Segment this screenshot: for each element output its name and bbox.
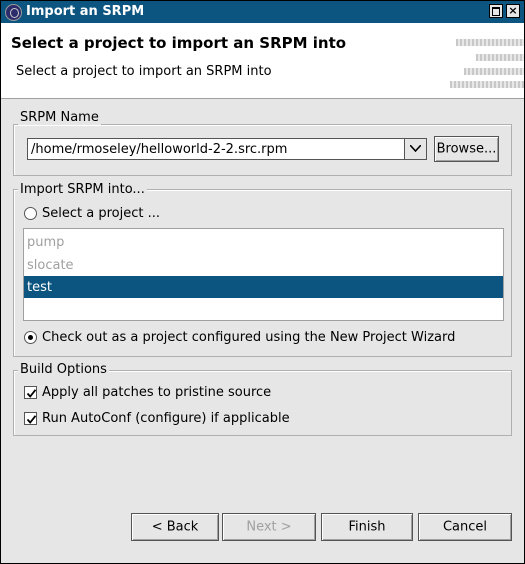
app-icon	[5, 4, 22, 21]
srpm-path-combo[interactable]: /home/rmoseley/helloworld-2-2.src.rpm	[27, 138, 427, 160]
dropdown-arrow-icon[interactable]	[404, 139, 426, 159]
title-bar[interactable]: Import an SRPM ×	[1, 1, 524, 23]
list-item-label: test	[27, 280, 52, 295]
list-item[interactable]: test	[24, 276, 503, 298]
select-project-label[interactable]: Select a project ...	[42, 206, 160, 221]
cancel-button[interactable]: Cancel	[418, 513, 512, 541]
srpm-path-value[interactable]: /home/rmoseley/helloworld-2-2.src.rpm	[31, 142, 287, 157]
import-srpm-dialog: Import an SRPM × Select a project to imp…	[0, 0, 525, 564]
checkout-project-radio[interactable]	[24, 331, 37, 344]
list-item[interactable]: slocate	[24, 254, 503, 276]
back-button-label: < Back	[151, 519, 199, 535]
next-button-label: Next >	[246, 519, 292, 535]
import-into-label: Import SRPM into...	[18, 182, 147, 197]
list-item-label: pump	[27, 235, 65, 250]
window-title: Import an SRPM	[26, 4, 145, 19]
maximize-icon[interactable]	[489, 4, 503, 18]
finish-button[interactable]: Finish	[321, 513, 413, 541]
wizard-header: Select a project to import an SRPM into …	[1, 23, 524, 99]
build-options-label: Build Options	[18, 362, 109, 377]
checkmark-icon	[26, 389, 37, 398]
autoconf-label[interactable]: Run AutoConf (configure) if applicable	[42, 411, 290, 426]
apply-patches-label[interactable]: Apply all patches to pristine source	[42, 385, 271, 400]
page-description: Select a project to import an SRPM into	[16, 64, 272, 79]
autoconf-checkbox[interactable]	[24, 412, 37, 425]
project-list[interactable]: pump slocate test	[23, 228, 504, 321]
checkmark-icon	[26, 415, 37, 424]
page-title: Select a project to import an SRPM into	[11, 34, 347, 52]
back-button[interactable]: < Back	[131, 513, 219, 541]
list-item-label: slocate	[27, 258, 74, 273]
apply-patches-checkbox[interactable]	[24, 386, 37, 399]
browse-button-label: Browse...	[436, 141, 497, 157]
build-options-group	[13, 370, 512, 436]
list-item[interactable]: pump	[24, 231, 503, 253]
srpm-name-label: SRPM Name	[18, 110, 101, 125]
finish-button-label: Finish	[348, 519, 386, 535]
close-icon[interactable]: ×	[506, 4, 520, 18]
header-banner-graphic	[450, 37, 524, 89]
browse-button[interactable]: Browse...	[434, 136, 499, 162]
cancel-button-label: Cancel	[442, 519, 488, 535]
checkout-project-label[interactable]: Check out as a project configured using …	[42, 330, 455, 345]
next-button[interactable]: Next >	[222, 513, 316, 541]
select-project-radio[interactable]	[24, 207, 37, 220]
